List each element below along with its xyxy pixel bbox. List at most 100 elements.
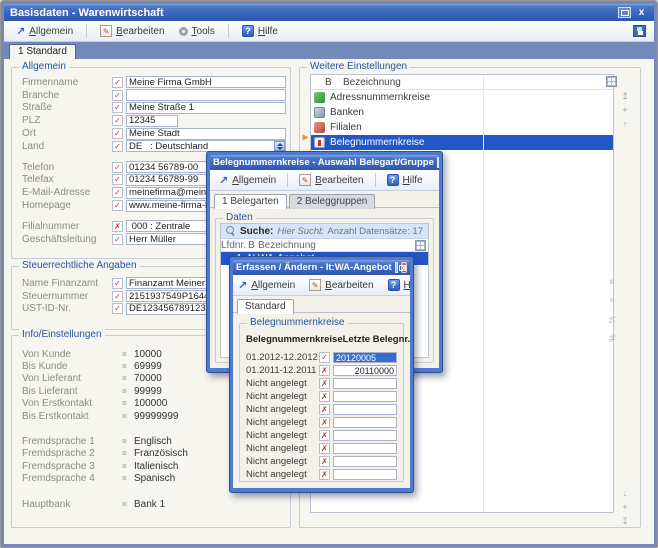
equals-icon: = xyxy=(122,412,134,421)
tree-item-banken[interactable]: Banken xyxy=(311,105,613,120)
equals-icon: = xyxy=(122,500,134,509)
kreis-row: Nicht angelegt xyxy=(244,442,399,455)
letzte-belegnr-input[interactable] xyxy=(333,417,397,428)
edit-check-icon xyxy=(112,102,123,113)
record-count: Anzahl Datensätze: 17 xyxy=(327,226,423,237)
tree-item-belegnummernkreise[interactable]: Belegnummernkreise xyxy=(311,135,613,150)
letzte-belegnr-input[interactable] xyxy=(333,365,397,376)
kreis-row: Nicht angelegt xyxy=(244,403,399,416)
field-plz: PLZ xyxy=(12,114,290,127)
letzte-belegnr-input[interactable] xyxy=(333,378,397,389)
grip-icon[interactable]: ≡ xyxy=(607,279,617,287)
fraction-icon[interactable]: ¼ xyxy=(607,316,617,324)
edit-check-icon xyxy=(112,303,123,314)
equals-icon: = xyxy=(122,474,134,483)
percent-icon[interactable]: % xyxy=(607,334,617,342)
tab-belegarten[interactable]: 1 Belegarten xyxy=(214,194,287,209)
section-title: Daten xyxy=(223,212,256,223)
move-top-icon[interactable]: ↥ xyxy=(621,92,629,101)
steuernummer-input[interactable] xyxy=(126,290,218,302)
letzte-belegnr-input[interactable] xyxy=(333,456,397,467)
section-title: Weitere Einstellungen xyxy=(307,61,410,72)
section-title: Allgemein xyxy=(19,61,69,72)
edit-check-icon xyxy=(112,187,123,198)
edit-check-icon xyxy=(112,77,123,88)
dialog1-title: Belegnummernkreise - Auswahl Belegart/Gr… xyxy=(213,157,434,168)
search-input[interactable] xyxy=(277,226,323,237)
equals-icon: = xyxy=(122,449,134,458)
restore-dialog-button[interactable] xyxy=(395,262,398,273)
spinner-icon[interactable] xyxy=(274,141,285,151)
dialog2-title: Erfassen / Ändern - It:WA-Angebot xyxy=(236,262,392,273)
branche-input[interactable] xyxy=(126,89,286,101)
menu-hilfe[interactable]: ? Hilfe xyxy=(238,24,282,38)
edit-x-icon xyxy=(319,469,330,480)
column-options-icon[interactable] xyxy=(415,240,426,251)
field-ort: Ort xyxy=(12,127,290,140)
firmenname-input[interactable] xyxy=(126,76,286,88)
edit-x-icon xyxy=(112,221,123,232)
tab-standard-dialog2[interactable]: Standard xyxy=(237,299,294,314)
dialog1-menu-hilfe[interactable]: ? Hilfe xyxy=(383,173,427,187)
arrow-ne-icon: ↗ xyxy=(219,174,228,187)
main-window: Basisdaten - Warenwirtschaft x ↗ Allgeme… xyxy=(0,0,658,548)
edit-check-icon xyxy=(112,200,123,211)
tree-item-adressnummernkreise[interactable]: Adressnummernkreise xyxy=(311,90,613,105)
adressnummernkreise-icon xyxy=(314,92,325,103)
dialog2-menu-allgemein[interactable]: ↗ Allgemein xyxy=(236,278,297,293)
restore-dialog-button[interactable] xyxy=(437,157,439,168)
column-options-icon[interactable] xyxy=(606,76,617,87)
dialog2-menu-bearbeiten[interactable]: Bearbeiten xyxy=(307,278,375,292)
toolbar-separator xyxy=(375,173,376,187)
close-window-button[interactable]: x xyxy=(635,7,648,18)
equals-icon: = xyxy=(122,374,134,383)
collapsed-panel-buttons: ≡ ⌕ ¼ % xyxy=(608,278,616,343)
letzte-belegnr-input[interactable] xyxy=(333,469,397,480)
tab-standard[interactable]: 1 Standard xyxy=(9,44,76,59)
letzte-belegnr-input[interactable] xyxy=(333,430,397,441)
letzte-belegnr-input[interactable] xyxy=(333,404,397,415)
kreis-header: Belegnummernkreise Letzte Belegnr. xyxy=(244,332,399,351)
edit-icon xyxy=(309,279,321,291)
strasse-input[interactable] xyxy=(126,102,286,114)
main-toolbar: ↗ Allgemein Bearbeiten Tools ? Hilfe xyxy=(4,21,654,42)
help-icon: ? xyxy=(388,279,400,291)
restore-window-button[interactable] xyxy=(618,7,631,18)
up-icon[interactable]: ↑ xyxy=(623,120,628,129)
tab-beleggruppen[interactable]: 2 Beleggruppen xyxy=(289,194,376,209)
dialog1-menu-bearbeiten[interactable]: Bearbeiten xyxy=(295,173,367,187)
section-title: Info/Einstellungen xyxy=(19,329,105,340)
equals-icon: = xyxy=(122,350,134,359)
tree-item-filialen[interactable]: Filialen xyxy=(311,120,613,135)
equals-icon: = xyxy=(122,362,134,371)
equals-icon: = xyxy=(122,462,134,471)
search-small-icon[interactable]: ⌕ xyxy=(606,297,617,305)
menu-tools[interactable]: Tools xyxy=(175,25,219,38)
down-icon[interactable]: ↓ xyxy=(623,489,628,498)
kreis-row: Nicht angelegt xyxy=(244,416,399,429)
menu-bearbeiten[interactable]: Bearbeiten xyxy=(96,24,168,38)
plz-input[interactable] xyxy=(126,115,178,127)
move-up-icon[interactable]: + xyxy=(622,106,627,115)
dialog1-menu-allgemein[interactable]: ↗ Allgemein xyxy=(215,173,280,188)
ustid-input[interactable] xyxy=(126,303,218,315)
belegnummernkreise-section: Belegnummernkreise Belegnummernkreise Le… xyxy=(239,323,404,482)
kreis-row: 01.2011-12.2011 xyxy=(244,364,399,377)
edit-check-icon xyxy=(112,141,123,152)
ort-input[interactable] xyxy=(126,128,286,140)
edit-check-icon xyxy=(112,162,123,173)
toolbar-separator xyxy=(86,24,87,38)
move-down-icon[interactable]: + xyxy=(622,503,627,512)
letzte-belegnr-input[interactable] xyxy=(333,391,397,402)
move-bottom-icon[interactable]: ↧ xyxy=(621,517,629,526)
letzte-belegnr-input[interactable] xyxy=(333,443,397,454)
save-icon[interactable] xyxy=(633,25,646,37)
dialog2-titlebar: Erfassen / Ändern - It:WA-Angebot x xyxy=(233,260,410,275)
edit-check-icon xyxy=(112,128,123,139)
dialog2-menu-hilfe[interactable]: ? Hilfe xyxy=(386,278,410,292)
menu-allgemein[interactable]: ↗ Allgemein xyxy=(12,24,77,39)
edit-icon xyxy=(299,174,311,186)
letzte-belegnr-input[interactable] xyxy=(333,352,397,363)
column-divider xyxy=(483,75,484,512)
edit-check-icon xyxy=(112,234,123,245)
